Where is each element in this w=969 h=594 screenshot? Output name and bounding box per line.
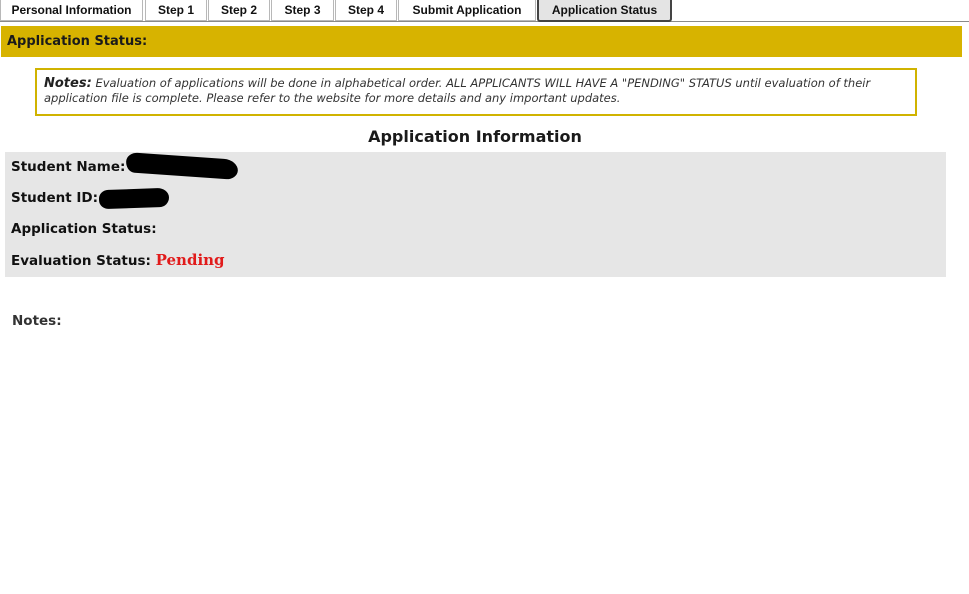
application-info-panel: Student Name: Student ID: Application St… xyxy=(5,152,946,277)
notes-label: Notes: xyxy=(12,313,62,329)
tab-submit-application[interactable]: Submit Application xyxy=(398,0,536,21)
redacted-student-name xyxy=(125,152,239,180)
tab-step-3[interactable]: Step 3 xyxy=(271,0,334,21)
redacted-student-id xyxy=(98,187,170,209)
notes-box: Notes: Evaluation of applications will b… xyxy=(35,68,917,116)
page-header-bar: Application Status: xyxy=(1,26,962,57)
tab-bar: Personal Information Step 1 Step 2 Step … xyxy=(0,0,969,22)
notes-box-label: Notes: xyxy=(44,76,92,91)
application-status-row: Application Status: xyxy=(11,218,157,240)
student-id-label: Student ID: xyxy=(11,190,98,206)
student-name-row: Student Name: xyxy=(11,152,239,180)
page-title: Application Status: xyxy=(7,34,148,49)
evaluation-status-row: Evaluation Status: Pending xyxy=(11,249,225,271)
notes-box-text: Evaluation of applications will be done … xyxy=(44,76,871,105)
tab-step-4[interactable]: Step 4 xyxy=(335,0,397,21)
application-status-label: Application Status: xyxy=(11,221,157,237)
section-title: Application Information xyxy=(368,127,582,146)
student-name-label: Student Name: xyxy=(11,159,126,175)
tab-application-status[interactable]: Application Status xyxy=(537,0,672,22)
tab-step-2[interactable]: Step 2 xyxy=(208,0,270,21)
evaluation-status-value: Pending xyxy=(155,251,225,269)
student-id-row: Student ID: xyxy=(11,187,170,209)
evaluation-status-label: Evaluation Status: xyxy=(11,253,151,269)
tab-step-1[interactable]: Step 1 xyxy=(145,0,207,21)
tab-personal-information[interactable]: Personal Information xyxy=(0,0,143,21)
